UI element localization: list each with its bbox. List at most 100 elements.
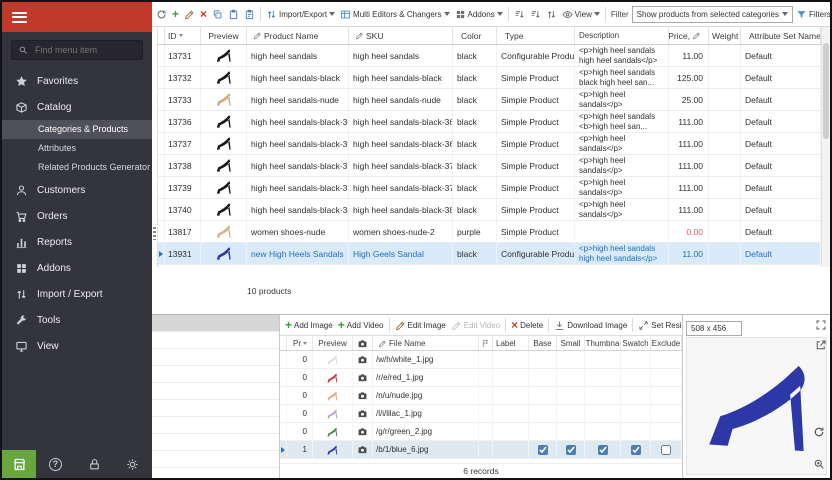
menu-search[interactable] [11,40,143,60]
download-image-button[interactable]: Download Image [552,315,629,335]
refresh-button[interactable] [154,2,169,26]
column-header-description[interactable]: Description [575,27,669,44]
product-row[interactable]: 13737 high heel sandals-black-36 high he… [158,133,821,155]
column-header-id[interactable]: ID [165,27,201,44]
sort-descending-button[interactable] [528,2,543,26]
fullscreen-icon[interactable] [815,319,827,331]
edit-video-button[interactable]: Edit Video [449,315,502,335]
set-resize-rule-button[interactable]: Set Resize Rule [636,315,682,335]
product-row[interactable]: 13740 high heel sandals-black-38 high he… [158,199,821,221]
product-row[interactable]: 13817 women shoes-nude women shoes-nude-… [158,221,821,243]
grid-collapse-strip[interactable] [152,27,158,267]
sort-ascending-button[interactable] [512,2,527,26]
bottom-tab[interactable] [152,332,279,349]
column-header-attribute-set[interactable]: Attribute Set Name [741,27,821,44]
sidebar-item-attributes[interactable]: Attributes [2,139,152,158]
paste-special-button[interactable] [242,2,257,26]
product-row[interactable]: 13732 high heel sandals-black high heel … [158,67,821,89]
column-header-color[interactable]: Color [453,27,497,44]
sidebar-item-import-export[interactable]: Import / Export [2,281,152,307]
refresh-preview-icon[interactable] [813,426,825,438]
image-row[interactable]: 0 /r/e/red_1.jpg [280,369,682,387]
sidebar-item-categories-products[interactable]: Categories & Products [2,120,152,139]
column-header-swatch[interactable]: Swatch [621,336,651,350]
add-video-button[interactable]: +Add Video [336,315,386,335]
add-product-button[interactable]: + [170,2,181,26]
addons-dropdown[interactable]: Addons [453,2,505,26]
sidebar-item-addons[interactable]: Addons [2,255,152,281]
edit-image-button[interactable]: Edit Image [393,315,448,335]
image-size-field[interactable]: 508 x 456 [686,321,742,336]
product-row[interactable]: 13931 new High Heels Sandals High Geels … [158,243,821,265]
column-header-sku[interactable]: SKU [349,27,453,44]
lock-button[interactable] [75,450,114,478]
sidebar-item-related-products-generator[interactable]: Related Products Generator [2,158,152,177]
column-header-weight[interactable]: Weight [709,27,741,44]
image-row[interactable]: 0 /n/u/nude.jpg [280,387,682,405]
collapse-handle[interactable] [153,227,156,240]
zoom-icon[interactable] [813,458,825,470]
scrollbar-thumb[interactable] [823,43,829,139]
image-row[interactable]: 1 /b/1/blue_6.jpg [280,441,682,459]
bottom-tab[interactable] [152,417,279,434]
bottom-tab[interactable] [152,315,279,332]
sidebar-item-orders[interactable]: Orders [2,203,152,229]
open-external-icon[interactable] [815,339,827,351]
edit-product-button[interactable] [182,2,197,26]
bottom-tab[interactable] [152,400,279,417]
product-row[interactable]: 13739 high heel sandals-black-37 high he… [158,177,821,199]
column-header-thumbnail[interactable]: Thumbna [585,336,621,350]
add-image-button[interactable]: +Add Image [283,315,335,335]
store-button[interactable] [2,450,36,478]
bottom-tab[interactable] [152,383,279,400]
small-checkbox[interactable] [566,445,576,455]
thumbnail-checkbox[interactable] [598,445,608,455]
column-header-preview[interactable]: Preview [313,336,353,350]
image-row[interactable]: 0 /l/i/lilac_1.jpg [280,405,682,423]
base-checkbox[interactable] [538,445,548,455]
product-row[interactable]: 13738 high heel sandals-black-37 high he… [158,155,821,177]
product-row[interactable]: 13736 high heel sandals-black-36 high he… [158,111,821,133]
column-header-type[interactable]: Type [497,27,575,44]
swatch-checkbox[interactable] [631,445,641,455]
image-row[interactable]: 0 /w/h/white_1.jpg [280,351,682,369]
column-header-small[interactable]: Small [557,336,585,350]
settings-button[interactable] [113,450,152,478]
category-filter-select[interactable]: Show products from selected categories [632,6,793,23]
sidebar-item-catalog[interactable]: Catalog [2,94,152,120]
product-row[interactable]: 13731 high heel sandals high heel sandal… [158,45,821,67]
sidebar-item-view[interactable]: View [2,333,152,359]
bottom-tab[interactable] [152,451,279,468]
product-row[interactable]: 13733 high heel sandals-nude high heel s… [158,89,821,111]
menu-search-input[interactable] [33,44,136,56]
hamburger-menu-icon[interactable] [12,12,27,23]
column-header-file-name[interactable]: File Name [373,336,479,350]
column-header-preview[interactable]: Preview [201,27,247,44]
multi-editors-dropdown[interactable]: Multi Editors & Changers [338,2,451,26]
column-header-product-name[interactable]: Product Name [247,27,349,44]
sidebar-item-tools[interactable]: Tools [2,307,152,333]
image-row[interactable]: 0 /g/r/green_2.jpg [280,423,682,441]
column-header-priority[interactable]: Pr [287,336,313,350]
filters-dropdown[interactable]: Filters [794,2,830,26]
help-button[interactable]: ? [36,450,75,478]
column-header-price[interactable]: Price, [669,27,709,44]
column-header-base[interactable]: Base [529,336,557,350]
exclude-checkbox[interactable] [661,445,671,455]
sidebar-item-reports[interactable]: Reports [2,229,152,255]
column-header-label[interactable]: Label [493,336,529,350]
column-header-flag[interactable] [479,336,493,350]
delete-image-button[interactable]: ×Delete [509,315,545,335]
bottom-tab[interactable] [152,349,279,366]
paste-button[interactable] [226,2,241,26]
group-rows-button[interactable] [544,2,559,26]
bottom-tab[interactable] [152,434,279,451]
copy-button[interactable] [210,2,225,26]
column-header-exclude[interactable]: Exclude [651,336,682,350]
sidebar-item-favorites[interactable]: Favorites [2,68,152,94]
column-header-camera[interactable] [353,336,373,350]
view-dropdown[interactable]: View [560,2,602,26]
sidebar-item-customers[interactable]: Customers [2,177,152,203]
delete-product-button[interactable]: × [198,2,209,26]
import-export-dropdown[interactable]: Import/Export [264,2,337,26]
